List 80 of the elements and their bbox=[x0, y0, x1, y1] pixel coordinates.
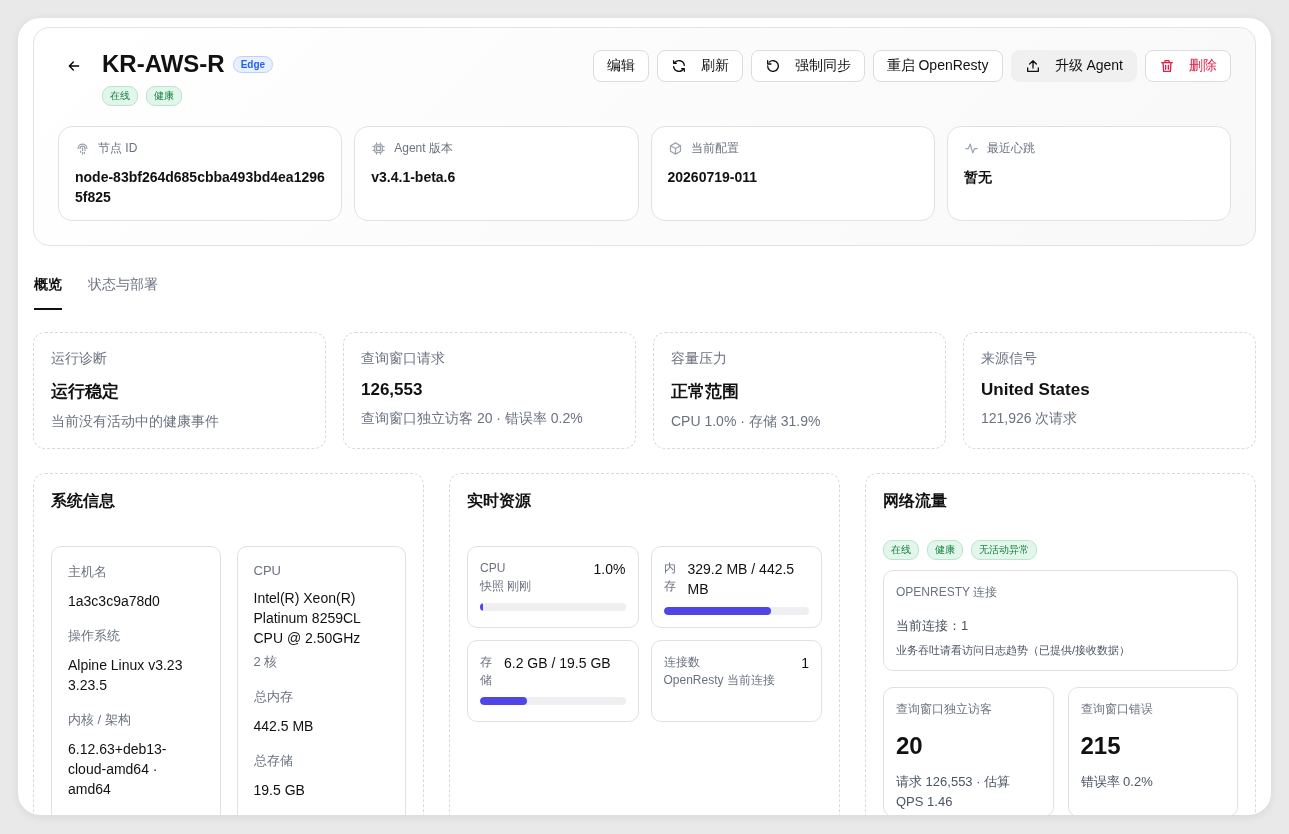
action-button[interactable]: 升级 Agent bbox=[1010, 50, 1137, 82]
metric-label: CPU bbox=[480, 560, 507, 577]
action-button[interactable]: 刷新 bbox=[656, 50, 743, 82]
node-title: KR-AWS-R bbox=[102, 50, 225, 78]
info-label: Agent 版本 bbox=[394, 140, 453, 157]
action-button[interactable]: 强制同步 bbox=[750, 50, 865, 82]
stat-value: 20 bbox=[896, 732, 924, 760]
back-button[interactable] bbox=[66, 58, 82, 74]
field-value: Intel(R) Xeon(R) Platinum 8259CL CPU @ 2.50GHz bbox=[253, 589, 362, 648]
stat-note: 请求 126,553 · 估算 QPS 1.46 bbox=[896, 773, 1012, 811]
trash-icon bbox=[1159, 58, 1175, 74]
stat-note: 错误率 0.2% bbox=[1080, 773, 1154, 791]
action-button[interactable]: 删除 bbox=[1145, 50, 1231, 82]
info-value: v3.4.1-beta.6 bbox=[371, 168, 457, 187]
summary-label: 查询窗口请求 bbox=[361, 350, 446, 368]
tab[interactable]: 概览 bbox=[34, 272, 62, 310]
info-label: 当前配置 bbox=[690, 140, 739, 157]
action-button[interactable]: 重启 OpenResty bbox=[872, 50, 1003, 82]
field-value: 1a3c3c9a78d0 bbox=[68, 592, 161, 611]
type-badge: Edge bbox=[232, 55, 274, 73]
arrow-left-icon bbox=[66, 58, 82, 74]
panel-title: 系统信息 bbox=[51, 491, 116, 511]
field-note: 2 核 bbox=[253, 653, 279, 671]
status-badge: 健康 bbox=[146, 86, 182, 106]
field-label: 总内存 bbox=[253, 688, 294, 706]
metric-value: 329.2 MB / 442.5 MB bbox=[687, 560, 796, 599]
field-label: 总存储 bbox=[253, 752, 294, 770]
field-value: Alpine Linux v3.23 3.23.5 bbox=[68, 656, 184, 695]
status-badge: 无活动异常 bbox=[971, 540, 1037, 560]
summary-note: 查询窗口独立访客 20 · 错误率 0.2% bbox=[361, 410, 584, 428]
panel-title: 网络流量 bbox=[883, 491, 948, 511]
summary-value: 正常范围 bbox=[671, 381, 740, 403]
field-label: 内核 / 架构 bbox=[68, 711, 132, 729]
summary-label: 运行诊断 bbox=[51, 350, 108, 368]
panel-title: 实时资源 bbox=[467, 491, 532, 511]
metric-note: OpenResty 当前连接 bbox=[663, 672, 775, 689]
connection-title: OPENRESTY 连接 bbox=[896, 584, 999, 601]
summary-label: 容量压力 bbox=[671, 350, 728, 368]
summary-value: United States bbox=[981, 380, 1091, 400]
upload-icon bbox=[1024, 58, 1041, 74]
field-value: 6.12.63+deb13-cloud-amd64 · amd64 bbox=[68, 740, 168, 799]
tab[interactable]: 状态与部署 bbox=[88, 272, 158, 310]
summary-note: CPU 1.0% · 存储 31.9% bbox=[671, 413, 822, 431]
refresh-icon bbox=[670, 58, 687, 74]
field-label: CPU bbox=[253, 563, 282, 578]
metric-value: 6.2 GB / 19.5 GB bbox=[504, 654, 612, 673]
field-value: 442.5 MB bbox=[253, 717, 315, 736]
box-icon bbox=[667, 141, 683, 156]
info-value: 暂无 bbox=[963, 168, 993, 187]
status-badge: 在线 bbox=[102, 86, 138, 106]
connection-value: 当前连接：1 bbox=[896, 617, 970, 635]
metric-note: 快照 刚刚 bbox=[480, 578, 532, 595]
metric-value: 1 bbox=[801, 654, 809, 673]
undo-icon bbox=[764, 58, 781, 74]
status-badge: 健康 bbox=[927, 540, 963, 560]
summary-note: 当前没有活动中的健康事件 bbox=[51, 413, 220, 431]
summary-value: 运行稳定 bbox=[51, 381, 120, 403]
connection-note: 业务吞吐请看访问日志趋势（已提供/接收数据） bbox=[896, 643, 1132, 658]
status-badge: 在线 bbox=[883, 540, 919, 560]
field-value: 19.5 GB bbox=[253, 781, 306, 800]
summary-note: 121,926 次请求 bbox=[981, 410, 1079, 428]
metric-value: 1.0% bbox=[593, 560, 626, 579]
fingerprint-icon bbox=[75, 141, 90, 156]
stat-value: 215 bbox=[1080, 732, 1122, 760]
field-label: 主机名 bbox=[68, 563, 108, 581]
info-value: node-83bf264d685cbba493bd4ea12965f825 bbox=[75, 168, 326, 207]
metric-label: 存储 bbox=[480, 654, 492, 689]
field-label: 操作系统 bbox=[68, 627, 121, 645]
pulse-icon bbox=[963, 141, 979, 156]
chip-icon bbox=[371, 141, 387, 156]
stat-label: 查询窗口错误 bbox=[1080, 701, 1154, 718]
summary-value: 126,553 bbox=[361, 380, 424, 400]
info-label: 最近心跳 bbox=[986, 140, 1035, 157]
stat-label: 查询窗口独立访客 bbox=[896, 701, 993, 718]
info-label: 节点 ID bbox=[98, 140, 138, 157]
metric-label: 连接数 bbox=[663, 654, 701, 671]
summary-label: 来源信号 bbox=[981, 350, 1038, 368]
info-value: 20260719-011 bbox=[667, 168, 759, 187]
action-button[interactable]: 编辑 bbox=[592, 50, 649, 82]
metric-label: 内存 bbox=[663, 560, 676, 595]
